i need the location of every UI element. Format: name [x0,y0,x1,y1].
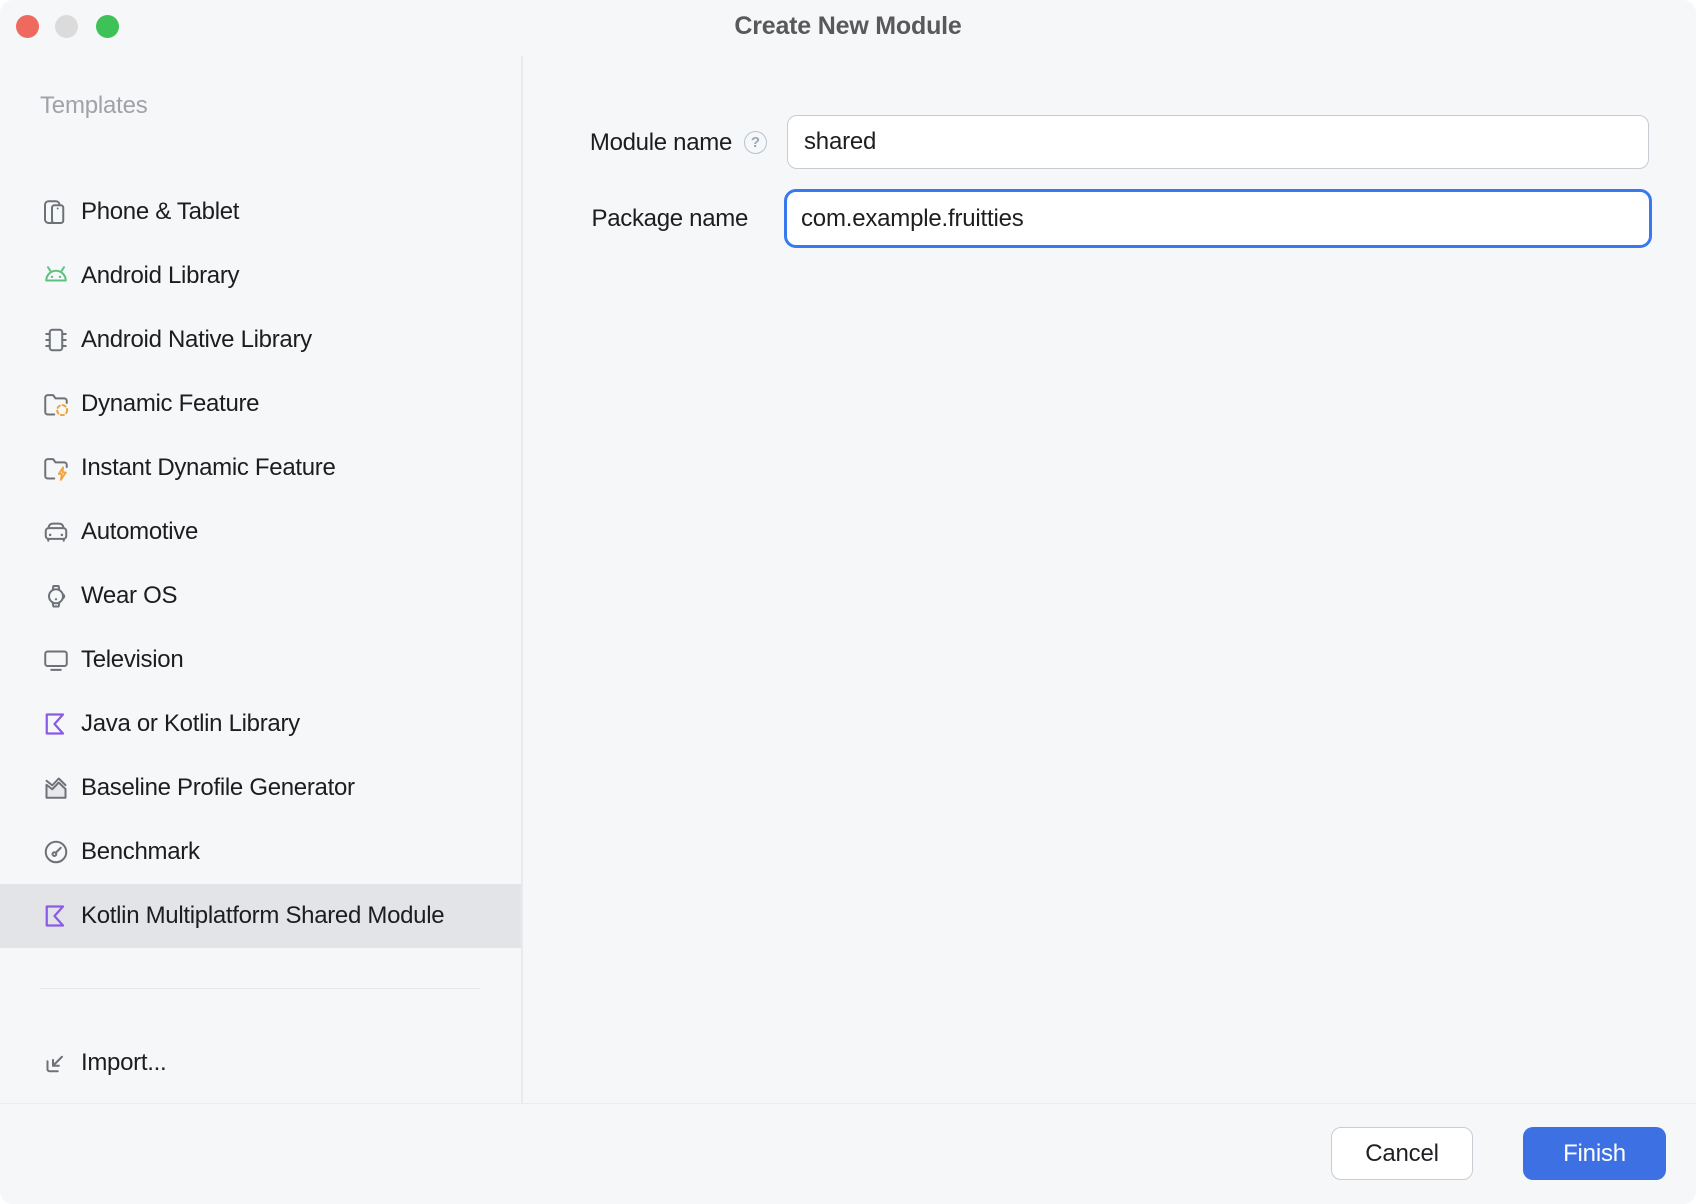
sidebar-item-instant-dynamic-feature[interactable]: Instant Dynamic Feature [0,436,521,500]
sidebar-item-label: Java or Kotlin Library [81,710,300,738]
sidebar-item-label: Android Native Library [81,326,312,354]
sidebar-item-label: Television [81,646,183,674]
sidebar-item-label: Android Library [81,262,239,290]
sidebar-item-label: Phone & Tablet [81,198,239,226]
gauge-icon [40,836,72,868]
sidebar-item-label: Instant Dynamic Feature [81,454,336,482]
title-bar: Create New Module [0,0,1696,56]
kotlin-icon [40,708,72,740]
sidebar-item-baseline-profile-generator[interactable]: Baseline Profile Generator [0,756,521,820]
sidebar-item-benchmark[interactable]: Benchmark [0,820,521,884]
template-list: Phone & Tablet Android Library Android Nat… [0,180,521,948]
sidebar-item-label: Wear OS [81,582,177,610]
import-row-container: Import... [0,1031,521,1095]
sidebar-item-kotlin-multiplatform-shared-module[interactable]: Kotlin Multiplatform Shared Module [0,884,521,948]
sidebar-item-dynamic-feature[interactable]: Dynamic Feature [0,372,521,436]
sidebar-item-label: Automotive [81,518,198,546]
phone-tablet-icon [40,196,72,228]
android-head-icon [40,260,72,292]
cancel-button[interactable]: Cancel [1331,1127,1473,1180]
package-name-input[interactable] [784,189,1652,248]
area-chart-icon [40,772,72,804]
sidebar-item-automotive[interactable]: Automotive [0,500,521,564]
kotlin-icon [40,900,72,932]
folder-dynamic-icon [40,388,72,420]
sidebar-item-android-native-library[interactable]: Android Native Library [0,308,521,372]
chip-icon [40,324,72,356]
sidebar-item-television[interactable]: Television [0,628,521,692]
sidebar-item-wear-os[interactable]: Wear OS [0,564,521,628]
import-label: Import... [81,1049,166,1077]
sidebar-section-divider [40,988,480,989]
car-icon [40,516,72,548]
package-name-label: Package name [520,204,748,234]
help-icon[interactable]: ? [744,131,767,154]
templates-header: Templates [40,92,148,120]
sidebar-item-java-or-kotlin-library[interactable]: Java or Kotlin Library [0,692,521,756]
module-name-input[interactable] [787,115,1649,169]
sidebar-item-import[interactable]: Import... [0,1031,521,1095]
import-icon [40,1047,72,1079]
dialog-title: Create New Module [0,12,1696,41]
create-new-module-dialog: Create New Module Templates Phone & Tabl… [0,0,1696,1204]
tv-icon [40,644,72,676]
sidebar-item-label: Kotlin Multiplatform Shared Module [81,902,444,930]
footer-divider [0,1103,1696,1104]
module-name-label: Module name [520,128,732,158]
sidebar-item-label: Dynamic Feature [81,390,259,418]
sidebar-item-android-library[interactable]: Android Library [0,244,521,308]
watch-icon [40,580,72,612]
sidebar-item-phone-tablet[interactable]: Phone & Tablet [0,180,521,244]
sidebar-item-label: Benchmark [81,838,200,866]
folder-lightning-icon [40,452,72,484]
finish-button[interactable]: Finish [1523,1127,1666,1180]
sidebar-item-label: Baseline Profile Generator [81,774,355,802]
